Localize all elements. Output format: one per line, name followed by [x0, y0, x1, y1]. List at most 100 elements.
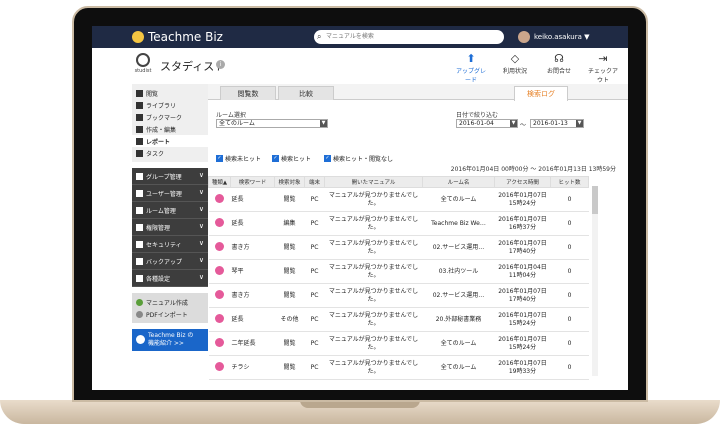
- menu-icon: [136, 89, 143, 97]
- manual-cell[interactable]: マニュアルが見つかりませんでした。: [324, 235, 423, 260]
- sidebar: 閲覧ライブラリ ブックマーク 作成・編集レポート タスク グループ管理 ∨ ユーザー管理 ∨…: [132, 84, 208, 390]
- date-from-value: 2016-01-04: [459, 120, 494, 127]
- date-to-select[interactable]: 2016-01-13 ▼: [530, 119, 584, 128]
- column-header[interactable]: 検索ワード: [230, 176, 275, 188]
- search-input[interactable]: ⌕ マニュアルを検索: [314, 30, 504, 44]
- tab-search-log[interactable]: 検索ログ: [514, 86, 568, 101]
- tab-views[interactable]: 閲覧数: [220, 86, 276, 100]
- sidebar-tool-item[interactable]: マニュアル作成: [132, 296, 208, 308]
- sidebar-item-label: ライブラリ: [146, 102, 177, 110]
- sidebar-item[interactable]: レポート: [132, 135, 208, 147]
- search-type-icon: [215, 241, 224, 251]
- column-header[interactable]: 開いたマニュアル: [324, 176, 423, 188]
- date-from-select[interactable]: 2016-01-04 ▼: [456, 119, 518, 128]
- chevron-down-icon: ∨: [198, 239, 204, 247]
- sidebar-admin-item[interactable]: バックアップ ∨: [132, 253, 208, 270]
- manual-cell[interactable]: マニュアルが見つかりませんでした。: [324, 211, 423, 236]
- sidebar-admin-item[interactable]: ルーム管理 ∨: [132, 202, 208, 219]
- tab-compare[interactable]: 比較: [278, 86, 334, 100]
- table-row[interactable]: 二年延長 閲覧 PC マニュアルが見つかりませんでした。 全てのルーム 2016年01月0…: [208, 331, 589, 356]
- sidebar-admin-item[interactable]: ユーザー管理 ∨: [132, 185, 208, 202]
- access-time-cell: 2016年01月04日 11時04分: [494, 259, 551, 284]
- hits-cell: 0: [550, 307, 589, 332]
- room-select[interactable]: 全てのルーム ▼: [216, 119, 328, 128]
- table-row[interactable]: 延長 編集 PC マニュアルが見つかりませんでした。 Teachme Biz We… 20…: [208, 211, 589, 236]
- column-header[interactable]: 検索対象: [274, 176, 305, 188]
- access-time: 17時40分: [508, 247, 537, 255]
- access-time-cell: 2016年01月07日 19時33分: [494, 355, 551, 380]
- table-row[interactable]: 延長 その他 PC マニュアルが見つかりませんでした。 20.外部秘書業務 2016年01…: [208, 307, 589, 332]
- table-row[interactable]: チラシ 閲覧 PC マニュアルが見つかりませんでした。 全てのルーム 2016年01月07…: [208, 355, 589, 380]
- manual-cell[interactable]: マニュアルが見つかりませんでした。: [324, 307, 423, 332]
- main-panel: 閲覧数 比較 検索ログ ルーム選択 全てのルーム ▼ 日付で絞り込む 2016-0…: [208, 84, 628, 390]
- sidebar-admin-item[interactable]: グループ管理 ∨: [132, 168, 208, 185]
- checkbox-no-hit[interactable]: ✓ 検索未ヒット: [216, 154, 261, 163]
- room-cell: 全てのルーム: [422, 187, 495, 212]
- user-menu[interactable]: keiko.asakura ▼: [518, 30, 590, 44]
- table-row[interactable]: 書き方 閲覧 PC マニュアルが見つかりませんでした。 02.サービス運用… 2016年0…: [208, 283, 589, 308]
- checkbox-hit-no-view[interactable]: ✓ 検索ヒット・閲覧なし: [324, 154, 393, 163]
- target-cell: 閲覧: [274, 187, 305, 212]
- hits-cell: 0: [550, 211, 589, 236]
- access-date: 2016年01月07日: [498, 239, 547, 247]
- header-nav: ⬆ アップグレード ◇ 利用状況 ☊ お問合せ ⇥ チェックアウト: [454, 52, 620, 84]
- info-icon[interactable]: i: [216, 60, 225, 69]
- sidebar-admin-item[interactable]: 各種設定 ∨: [132, 270, 208, 287]
- checkbox-icon: ✓: [324, 155, 331, 162]
- user-name: keiko.asakura ▼: [534, 33, 590, 41]
- sidebar-item[interactable]: 閲覧: [132, 87, 208, 99]
- manual-cell[interactable]: マニュアルが見つかりませんでした。: [324, 187, 423, 212]
- sidebar-item[interactable]: ブックマーク: [132, 111, 208, 123]
- header-nav-label: 利用状況: [502, 68, 527, 75]
- search-placeholder: マニュアルを検索: [326, 33, 374, 40]
- table-scrollbar[interactable]: [592, 186, 598, 376]
- sidebar-tool-item[interactable]: PDFインポート: [132, 308, 208, 320]
- table-row[interactable]: 延長 閲覧 PC マニュアルが見つかりませんでした。 全てのルーム 2016年01月07日…: [208, 187, 589, 212]
- sidebar-item-label: レポート: [146, 138, 171, 146]
- manual-cell[interactable]: マニュアルが見つかりませんでした。: [324, 355, 423, 380]
- header-nav-shield[interactable]: ◇ 利用状況: [498, 52, 532, 84]
- sidebar-admin-item[interactable]: 権限管理 ∨: [132, 219, 208, 236]
- avatar: [518, 31, 530, 43]
- search-type-icon: [215, 217, 224, 227]
- type-cell: [208, 355, 231, 380]
- header-nav-upgrade[interactable]: ⬆ アップグレード: [454, 52, 488, 84]
- sidebar-item[interactable]: タスク: [132, 147, 208, 159]
- column-header[interactable]: アクセス時間: [494, 176, 551, 188]
- header-nav-headset[interactable]: ☊ お問合せ: [542, 52, 576, 84]
- access-time-cell: 2016年01月07日 17時40分: [494, 283, 551, 308]
- admin-icon: [136, 189, 143, 197]
- device-cell: PC: [304, 283, 325, 308]
- room-cell: 03.社内ツール: [422, 259, 495, 284]
- column-header[interactable]: 端末: [304, 176, 325, 188]
- access-time: 19時33分: [508, 367, 537, 375]
- word-cell: 延長: [230, 211, 275, 236]
- column-header[interactable]: ヒット数: [550, 176, 589, 188]
- scroll-thumb[interactable]: [592, 186, 598, 214]
- access-time-cell: 2016年01月07日 17時40分: [494, 235, 551, 260]
- sidebar-item[interactable]: ライブラリ: [132, 99, 208, 111]
- search-type-icon: [215, 193, 224, 203]
- table-row[interactable]: 書き方 閲覧 PC マニュアルが見つかりませんでした。 02.サービス運用… 2016年0…: [208, 235, 589, 260]
- chevron-down-icon: ∨: [198, 273, 204, 281]
- table-row[interactable]: 琴平 閲覧 PC マニュアルが見つかりませんでした。 03.社内ツール 2016年01月0…: [208, 259, 589, 284]
- access-time: 11時04分: [508, 271, 537, 279]
- header-nav-exit[interactable]: ⇥ チェックアウト: [586, 52, 620, 84]
- sidebar-admin-item[interactable]: セキュリティ ∨: [132, 236, 208, 253]
- menu-icon: [136, 125, 143, 133]
- column-header[interactable]: ルーム名: [422, 176, 495, 188]
- promo-banner[interactable]: Teachme Biz の機能紹介 >>: [132, 329, 208, 351]
- chevron-down-icon: ▼: [320, 120, 327, 127]
- manual-cell[interactable]: マニュアルが見つかりませんでした。: [324, 283, 423, 308]
- checkbox-hit[interactable]: ✓ 検索ヒット: [272, 154, 311, 163]
- sidebar-item-label: 閲覧: [146, 90, 159, 98]
- app-logo[interactable]: Teachme Biz: [132, 29, 223, 45]
- sidebar-item[interactable]: 作成・編集: [132, 123, 208, 135]
- access-time: 15時24分: [508, 343, 537, 351]
- chevron-down-icon: ▼: [576, 120, 583, 127]
- column-header[interactable]: 種類▲: [208, 176, 231, 188]
- manual-cell[interactable]: マニュアルが見つかりませんでした。: [324, 331, 423, 356]
- word-cell: 延長: [230, 187, 275, 212]
- manual-cell[interactable]: マニュアルが見つかりませんでした。: [324, 259, 423, 284]
- chevron-down-icon: ∨: [198, 222, 204, 230]
